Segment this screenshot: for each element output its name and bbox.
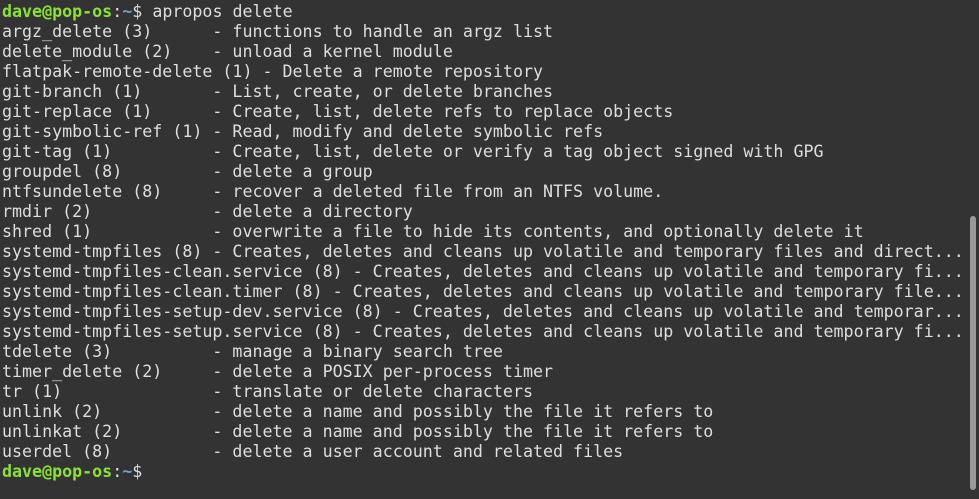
result-line: tr (1) - translate or delete characters xyxy=(2,382,533,401)
active-prompt-line[interactable]: dave@pop-os:~$ xyxy=(2,462,965,482)
result-line: timer_delete (2) - delete a POSIX per-pr… xyxy=(2,362,554,381)
prompt-user-host: dave@pop-os xyxy=(2,462,113,481)
result-line: userdel (8) - delete a user account and … xyxy=(2,442,624,461)
result-line: flatpak-remote-delete (1) - Delete a rem… xyxy=(2,62,543,81)
command-text: apropos delete xyxy=(152,2,293,21)
prompt-path: ~ xyxy=(122,462,133,481)
result-line: systemd-tmpfiles-setup-dev.service (8) -… xyxy=(2,302,964,321)
terminal-window[interactable]: dave@pop-os:~$ apropos delete argz_delet… xyxy=(0,0,979,499)
prompt-path: ~ xyxy=(122,2,133,21)
result-line: argz_delete (3) - functions to handle an… xyxy=(2,22,554,41)
result-line: systemd-tmpfiles-clean.timer (8) - Creat… xyxy=(2,282,964,301)
terminal-output[interactable]: dave@pop-os:~$ apropos delete argz_delet… xyxy=(2,2,965,482)
result-line: delete_module (2) - unload a kernel modu… xyxy=(2,42,453,61)
prompt-separator: : xyxy=(112,462,123,481)
result-line: rmdir (2) - delete a directory xyxy=(2,202,413,221)
result-line: git-tag (1) - Create, list, delete or ve… xyxy=(2,142,824,161)
result-line: shred (1) - overwrite a file to hide its… xyxy=(2,222,864,241)
prompt-line: dave@pop-os:~$ apropos delete xyxy=(2,2,965,22)
result-line: systemd-tmpfiles-clean.service (8) - Cre… xyxy=(2,262,964,281)
result-line: unlinkat (2) - delete a name and possibl… xyxy=(2,422,714,441)
result-line: systemd-tmpfiles-setup.service (8) - Cre… xyxy=(2,322,964,341)
prompt-separator: : xyxy=(112,2,123,21)
prompt-symbol: $ xyxy=(132,462,143,481)
command-results: argz_delete (3) - functions to handle an… xyxy=(2,22,965,462)
result-line: systemd-tmpfiles (8) - Creates, deletes … xyxy=(2,242,964,261)
result-line: git-branch (1) - List, create, or delete… xyxy=(2,82,554,101)
scrollbar-thumb[interactable] xyxy=(970,216,976,490)
result-line: git-replace (1) - Create, list, delete r… xyxy=(2,102,674,121)
result-line: unlink (2) - delete a name and possibly … xyxy=(2,402,714,421)
result-line: tdelete (3) - manage a binary search tre… xyxy=(2,342,503,361)
result-line: ntfsundelete (8) - recover a deleted fil… xyxy=(2,182,664,201)
scrollbar[interactable] xyxy=(965,0,979,499)
result-line: groupdel (8) - delete a group xyxy=(2,162,373,181)
prompt-user-host: dave@pop-os xyxy=(2,2,113,21)
result-line: git-symbolic-ref (1) - Read, modify and … xyxy=(2,122,604,141)
prompt-symbol: $ xyxy=(132,2,143,21)
